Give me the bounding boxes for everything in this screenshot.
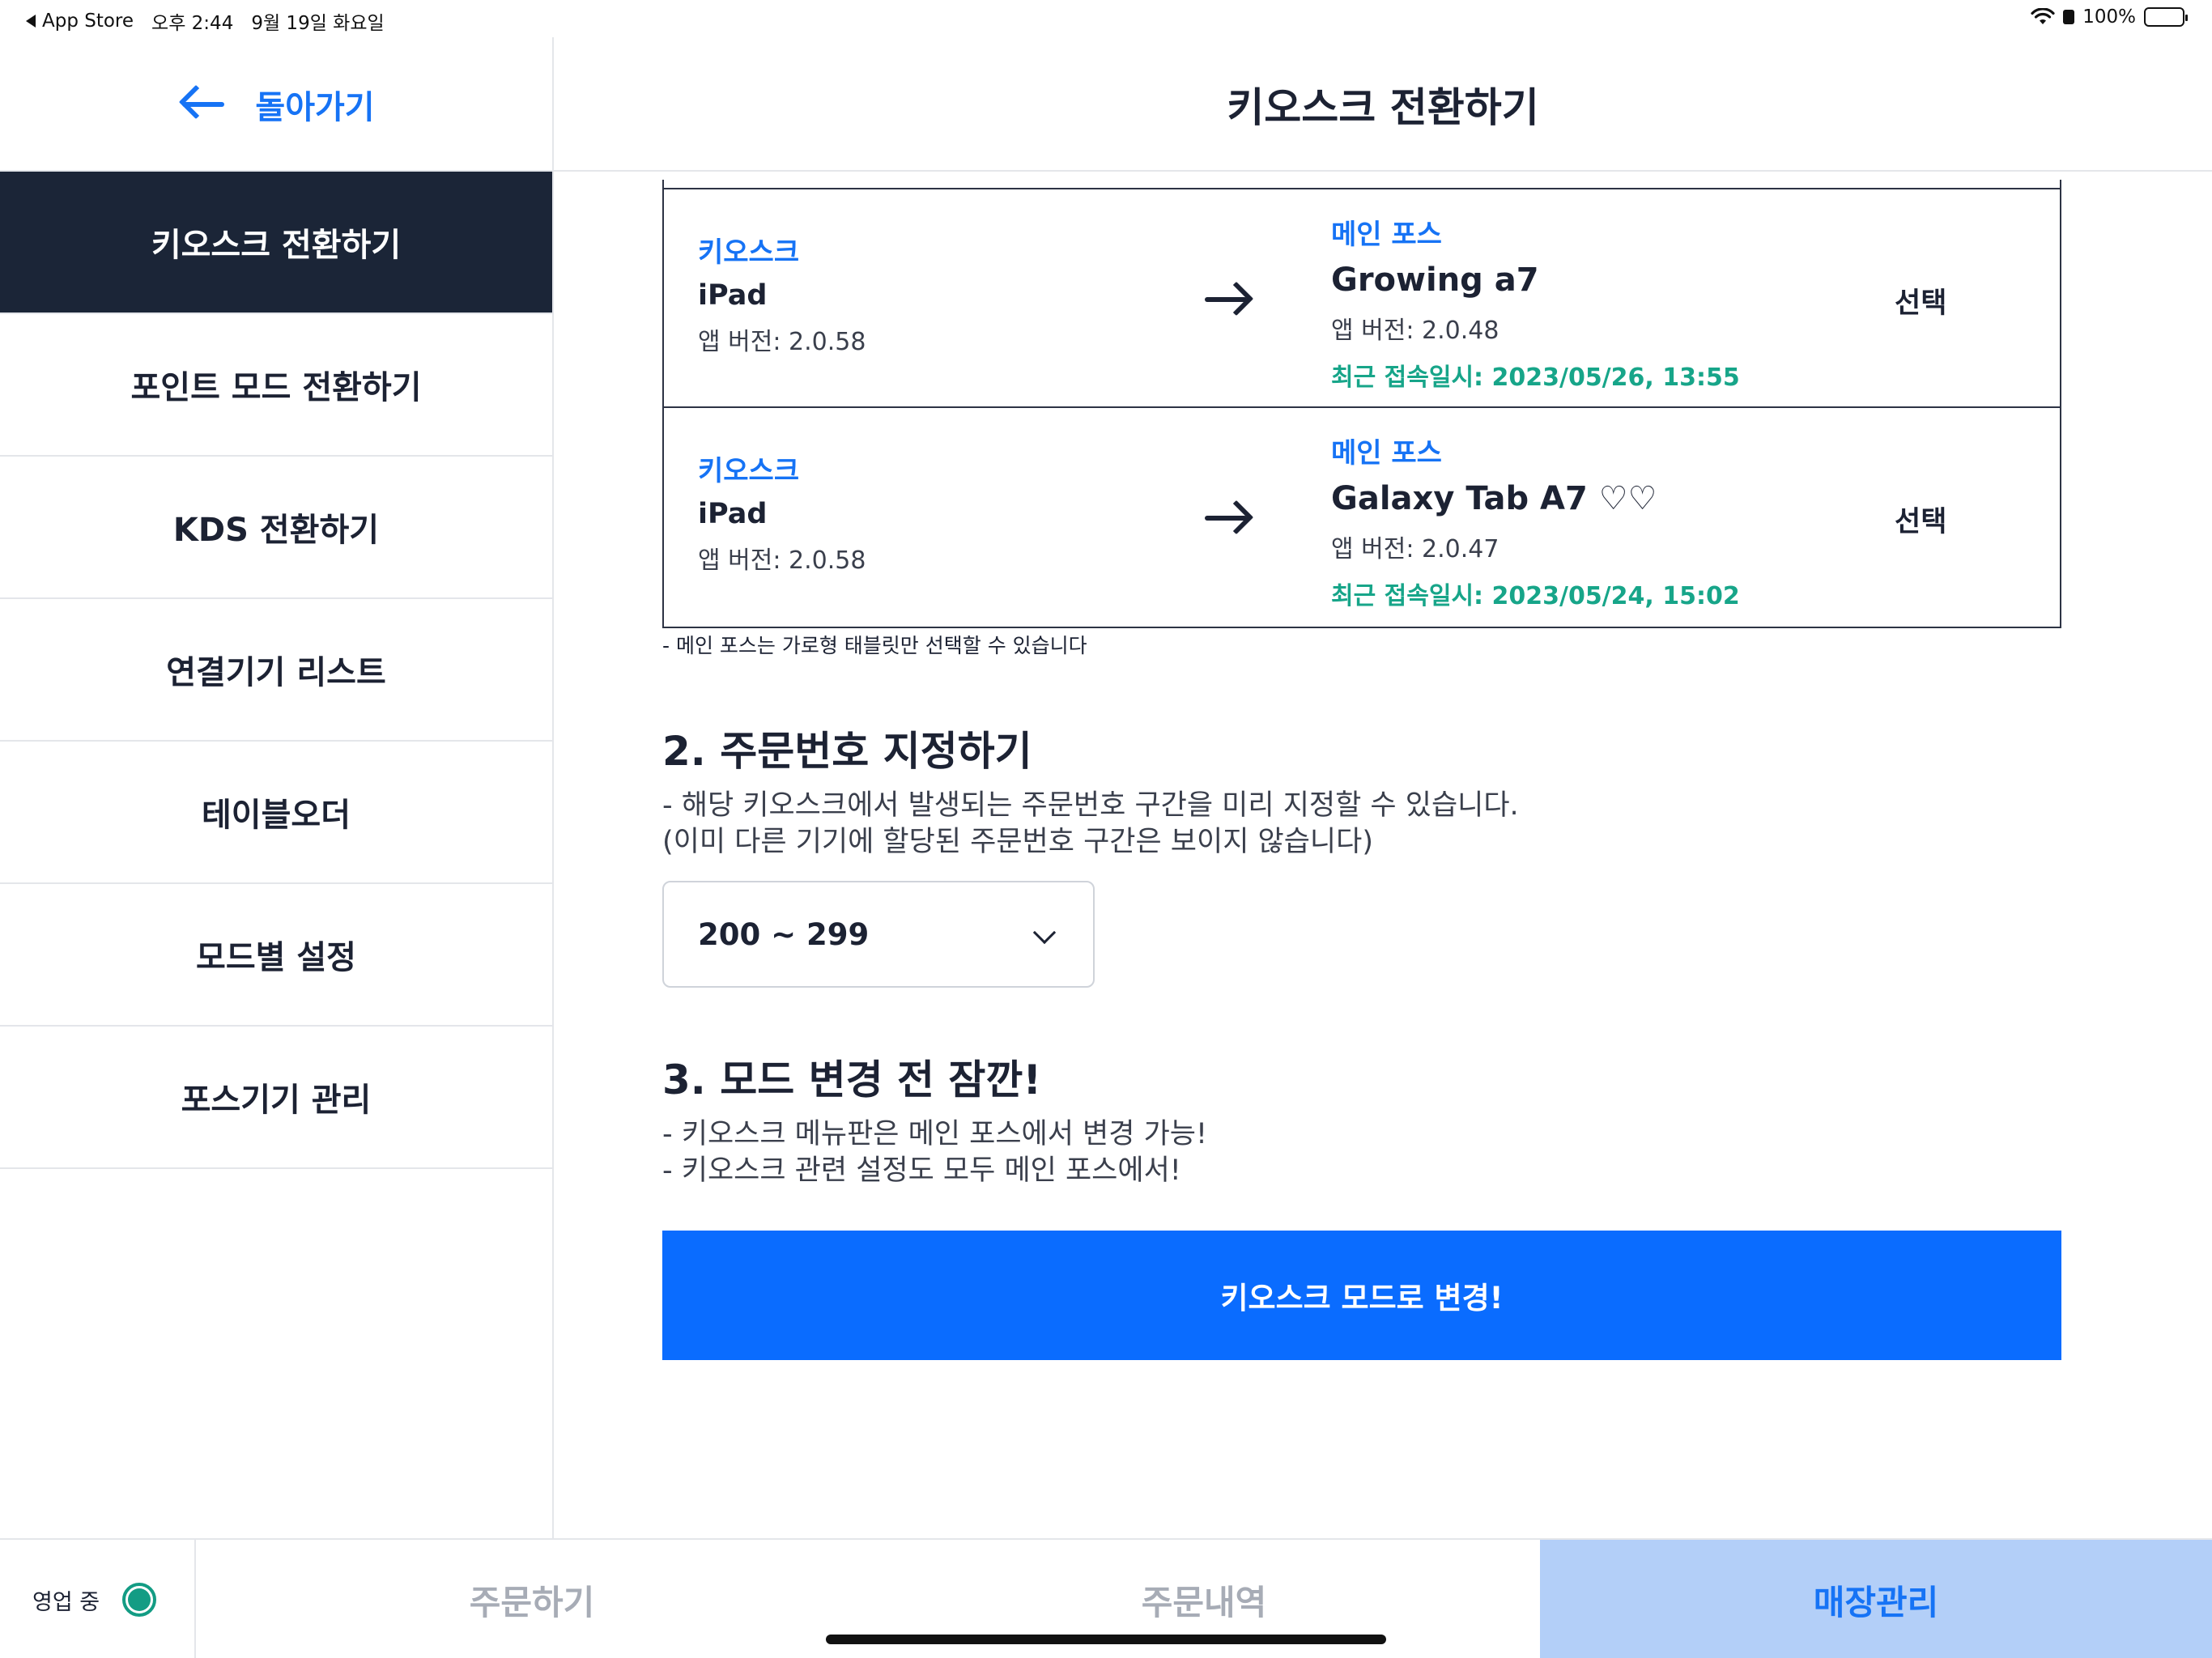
sidebar-item-point-mode[interactable]: 포인트 모드 전환하기: [0, 314, 552, 457]
order-number-range-select[interactable]: 200 ~ 299: [662, 881, 1095, 988]
target-name: Galaxy Tab A7 ♡♡: [1331, 480, 1657, 517]
sidebar-item-connected-devices[interactable]: 연결기기 리스트: [0, 599, 552, 742]
order-range-value: 200 ~ 299: [698, 916, 870, 952]
top-header: 돌아가기 키오스크 전환하기: [0, 37, 2212, 172]
arrow-head: [1219, 281, 1254, 317]
back-arrow-head: [179, 84, 214, 120]
open-status-label: 영업 중: [32, 1589, 100, 1615]
back-button[interactable]: 돌아가기: [0, 37, 554, 172]
sidebar: 키오스크 전환하기 포인트 모드 전환하기 KDS 전환하기 연결기기 리스트 …: [0, 172, 554, 1538]
status-indicator-icon: [122, 1583, 157, 1617]
chevron-down-icon: [1032, 920, 1057, 945]
target-device: 메인 포스 Galaxy Tab A7 ♡♡ 앱 버전: 2.0.47 최근 접…: [1331, 431, 1740, 611]
target-label: 메인 포스: [1331, 219, 1442, 251]
back-app-label: App Store: [42, 11, 134, 32]
status-right: 100%: [2031, 6, 2188, 28]
section-3-title: 3. 모드 변경 전 잠깐!: [662, 1056, 1042, 1103]
back-arrow-icon: [177, 80, 226, 129]
status-date: 9월 19일 화요일: [251, 13, 385, 34]
device-row: 키오스크 iPad 앱 버전: 2.0.58 메인 포스 Galaxy Tab …: [664, 408, 2060, 627]
source-device: 키오스크 iPad 앱 버전: 2.0.58: [698, 449, 866, 576]
back-label: 돌아가기: [255, 89, 375, 126]
page-title: 키오스크 전환하기: [1227, 84, 1539, 131]
sidebar-item-table-order[interactable]: 테이블오더: [0, 742, 552, 884]
target-version: 앱 버전: 2.0.48: [1331, 317, 1499, 345]
source-label: 키오스크: [698, 455, 800, 487]
open-status[interactable]: 영업 중: [0, 1540, 196, 1658]
target-last-access: 최근 접속일시: 2023/05/26, 13:55: [1331, 363, 1740, 392]
battery-percent: 100%: [2082, 6, 2136, 28]
right-arrow-icon: [1205, 499, 1254, 538]
source-device: 키오스크 iPad 앱 버전: 2.0.58: [698, 230, 866, 357]
section-3-desc-1: - 키오스크 메뉴판은 메인 포스에서 변경 가능!: [662, 1118, 1208, 1150]
table-note: - 메인 포스는 가로형 태블릿만 선택할 수 있습니다: [662, 634, 1087, 657]
source-version: 앱 버전: 2.0.58: [698, 546, 866, 575]
status-bar: App Store 오후 2:44 9월 19일 화요일 100%: [0, 0, 2212, 37]
orientation-lock-icon: [2063, 10, 2075, 24]
section-2-desc-1: - 해당 키오스크에서 발생되는 주문번호 구간을 미리 지정할 수 있습니다.: [662, 789, 1519, 822]
sidebar-item-mode-settings[interactable]: 모드별 설정: [0, 884, 552, 1027]
tab-store-management[interactable]: 매장관리: [1540, 1540, 2212, 1658]
section-2-title: 2. 주문번호 지정하기: [662, 728, 1032, 775]
target-name: Growing a7: [1331, 261, 1539, 299]
arrow-head: [1219, 500, 1254, 535]
table-top-edge: [664, 180, 2060, 189]
section-3-desc-2: - 키오스크 관련 설정도 모두 메인 포스에서!: [662, 1154, 1181, 1187]
target-device: 메인 포스 Growing a7 앱 버전: 2.0.48 최근 접속일시: 2…: [1331, 212, 1740, 393]
target-last-access: 최근 접속일시: 2023/05/24, 15:02: [1331, 582, 1740, 610]
source-name: iPad: [698, 279, 768, 312]
wifi-icon: [2031, 8, 2055, 24]
status-indicator-core: [128, 1588, 151, 1611]
status-left: App Store 오후 2:44 9월 19일 화요일: [26, 7, 385, 35]
sidebar-item-kds-switch[interactable]: KDS 전환하기: [0, 457, 552, 599]
source-version: 앱 버전: 2.0.58: [698, 328, 866, 356]
select-button[interactable]: 선택: [1895, 280, 1946, 321]
switch-to-kiosk-button[interactable]: 키오스크 모드로 변경!: [662, 1231, 2061, 1360]
back-triangle-icon: [26, 15, 36, 28]
sidebar-item-pos-devices[interactable]: 포스기기 관리: [0, 1027, 552, 1169]
tab-order[interactable]: 주문하기: [196, 1540, 868, 1658]
target-label: 메인 포스: [1331, 437, 1442, 470]
home-indicator: [826, 1635, 1386, 1644]
back-to-app-store[interactable]: App Store: [26, 11, 134, 32]
select-button[interactable]: 선택: [1895, 499, 1946, 540]
target-version: 앱 버전: 2.0.47: [1331, 535, 1499, 563]
source-label: 키오스크: [698, 236, 800, 269]
battery-icon: [2144, 7, 2188, 27]
section-2-desc-2: (이미 다른 기기에 할당된 주문번호 구간은 보이지 않습니다): [662, 826, 1373, 858]
status-time: 오후 2:44: [151, 13, 234, 34]
main-content: 키오스크 iPad 앱 버전: 2.0.58 메인 포스 Growing a7 …: [554, 172, 2212, 1538]
device-row: 키오스크 iPad 앱 버전: 2.0.58 메인 포스 Growing a7 …: [664, 189, 2060, 408]
sidebar-item-kiosk-switch[interactable]: 키오스크 전환하기: [0, 172, 552, 314]
device-table: 키오스크 iPad 앱 버전: 2.0.58 메인 포스 Growing a7 …: [662, 180, 2061, 628]
source-name: iPad: [698, 498, 768, 530]
right-arrow-icon: [1205, 280, 1254, 319]
